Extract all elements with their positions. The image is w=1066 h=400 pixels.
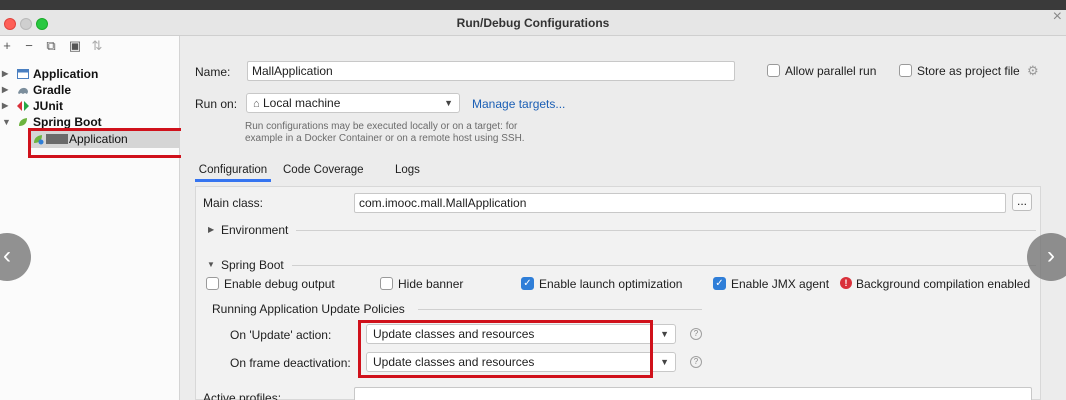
on-frame-label: On frame deactivation:: [230, 356, 351, 370]
store-project-checkbox[interactable]: [899, 64, 912, 77]
configurations-tree-panel: + − ⧉ ▣ ⇅ ▶ Application ▶ Gradle ▶ JUnit: [0, 36, 186, 400]
background-compilation-label: Background compilation enabled: [856, 277, 1031, 291]
gradle-icon: [17, 84, 29, 96]
sort-icon[interactable]: ⇅: [90, 38, 104, 54]
close-icon[interactable]: ×: [1053, 10, 1062, 26]
add-icon[interactable]: +: [0, 38, 14, 54]
highlight-box-policies: [358, 320, 653, 378]
environment-section[interactable]: Environment: [221, 223, 288, 237]
gear-icon[interactable]: ⚙: [1027, 63, 1039, 79]
tab-logs[interactable]: Logs: [395, 158, 420, 182]
chevron-right-icon[interactable]: ▶: [2, 66, 8, 82]
allow-parallel-checkbox[interactable]: [767, 64, 780, 77]
name-label: Name:: [195, 65, 231, 79]
help-icon[interactable]: ?: [690, 356, 702, 368]
copy-icon[interactable]: ⧉: [44, 38, 58, 54]
browse-main-class-button[interactable]: ...: [1012, 193, 1032, 211]
configuration-editor: Name: MallApplication Allow parallel run…: [181, 36, 1066, 400]
tab-configuration[interactable]: Configuration: [195, 158, 271, 182]
enable-launch-checkbox[interactable]: ✓: [521, 277, 534, 290]
main-class-label: Main class:: [203, 196, 264, 210]
tab-code-coverage[interactable]: Code Coverage: [283, 158, 364, 182]
hide-banner-checkbox[interactable]: [380, 277, 393, 290]
chevron-right-icon[interactable]: ▶: [2, 98, 8, 114]
enable-launch-label: Enable launch optimization: [539, 277, 683, 291]
main-class-input[interactable]: com.imooc.mall.MallApplication: [354, 193, 1006, 213]
highlight-box-tree: [28, 128, 186, 158]
enable-debug-checkbox[interactable]: [206, 277, 219, 290]
chevron-down-icon[interactable]: ▼: [2, 114, 11, 130]
section-divider: [292, 265, 1036, 266]
allow-parallel-label: Allow parallel run: [785, 64, 877, 78]
enable-jmx-label: Enable JMX agent: [731, 277, 830, 291]
help-icon[interactable]: ?: [690, 328, 702, 340]
chevron-down-icon: ▼: [660, 357, 669, 367]
enable-jmx-checkbox[interactable]: ✓: [713, 277, 726, 290]
junit-icon: [17, 100, 29, 112]
remove-icon[interactable]: −: [22, 38, 36, 54]
on-update-label: On 'Update' action:: [230, 328, 332, 342]
run-on-dropdown[interactable]: ⌂ Local machine ▼: [246, 93, 460, 113]
chevron-down-icon: ▼: [660, 329, 669, 339]
folder-icon[interactable]: ▣: [68, 38, 82, 54]
update-policies-title: Running Application Update Policies: [212, 302, 405, 316]
run-on-value: Local machine: [263, 96, 341, 110]
store-project-label: Store as project file: [917, 64, 1020, 78]
tree-toolbar: + − ⧉ ▣ ⇅: [0, 38, 180, 56]
application-icon: [17, 68, 29, 80]
error-icon: !: [840, 277, 852, 289]
chevron-right-icon[interactable]: ▶: [2, 82, 8, 98]
run-debug-configurations-window: Run/Debug Configurations + − ⧉ ▣ ⇅ ▶ App…: [0, 10, 1066, 400]
manage-targets-link[interactable]: Manage targets...: [472, 97, 565, 111]
home-icon: ⌂: [253, 98, 260, 110]
title-bar: Run/Debug Configurations: [0, 10, 1066, 36]
hide-banner-label: Hide banner: [398, 277, 464, 291]
section-divider: [418, 309, 702, 310]
spring-boot-icon: [17, 116, 29, 128]
chevron-right-icon[interactable]: ▶: [208, 225, 214, 234]
window-title: Run/Debug Configurations: [456, 16, 610, 30]
name-input[interactable]: MallApplication: [247, 61, 735, 81]
chevron-down-icon[interactable]: ▼: [207, 260, 215, 269]
section-divider: [296, 230, 1036, 231]
chevron-down-icon: ▼: [444, 98, 453, 108]
run-on-hint: Run configurations may be executed local…: [245, 121, 525, 144]
configuration-panel: Main class: com.imooc.mall.MallApplicati…: [195, 186, 1041, 400]
enable-debug-label: Enable debug output: [224, 277, 335, 291]
active-profiles-label: Active profiles:: [203, 391, 282, 400]
spring-boot-section[interactable]: Spring Boot: [221, 258, 284, 272]
active-profiles-input[interactable]: [354, 387, 1032, 400]
run-on-label: Run on:: [195, 97, 238, 111]
